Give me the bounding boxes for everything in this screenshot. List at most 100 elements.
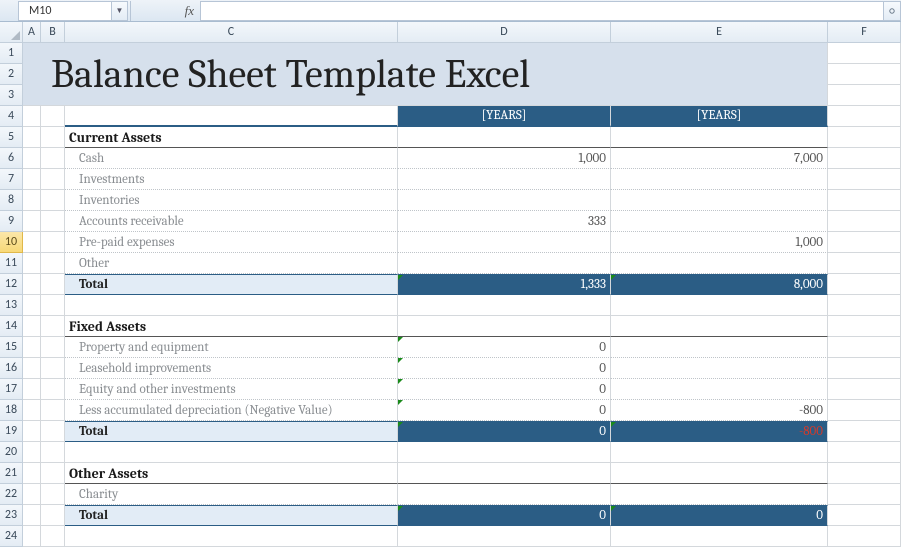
cell-F6[interactable] (828, 148, 901, 169)
col-header-D[interactable]: D (398, 22, 611, 43)
item-property-d[interactable]: 0 (398, 337, 611, 358)
cell-B13[interactable] (41, 295, 65, 316)
item-other-d[interactable] (398, 253, 611, 274)
item-depr-d[interactable]: 0 (398, 400, 611, 421)
cell-E20[interactable] (611, 442, 828, 463)
col-header-B[interactable]: B (41, 22, 65, 43)
cell-C13[interactable] (65, 295, 398, 316)
item-cash-d[interactable]: 1,000 (398, 148, 611, 169)
cell-F4[interactable] (828, 106, 901, 127)
row-header-18[interactable]: 18 (0, 400, 23, 421)
cell-A13[interactable] (23, 295, 41, 316)
spreadsheet-grid[interactable]: A B C D E F 1 Balance Sheet Template Exc… (0, 22, 901, 547)
row-header-6[interactable]: 6 (0, 148, 23, 169)
cell-A23[interactable] (23, 505, 41, 526)
row-header-22[interactable]: 22 (0, 484, 23, 505)
cell-A6[interactable] (23, 148, 41, 169)
row-header-10[interactable]: 10 (0, 232, 23, 253)
name-box-dropdown-icon[interactable]: ▼ (111, 2, 127, 20)
select-all-corner[interactable] (0, 22, 23, 43)
row-header-16[interactable]: 16 (0, 358, 23, 379)
cell-F5[interactable] (828, 127, 901, 148)
row-header-4[interactable]: 4 (0, 106, 23, 127)
cell-A21[interactable] (23, 463, 41, 484)
cell-A20[interactable] (23, 442, 41, 463)
item-inventories[interactable]: Inventories (65, 190, 398, 211)
cell-A12[interactable] (23, 274, 41, 295)
cell-F20[interactable] (828, 442, 901, 463)
item-other-e[interactable] (611, 253, 828, 274)
cell-B6[interactable] (41, 148, 65, 169)
years-header-d[interactable]: [YEARS] (398, 106, 611, 127)
row-header-11[interactable]: 11 (0, 253, 23, 274)
item-prepaid-d[interactable] (398, 232, 611, 253)
total-other-e[interactable]: 0 (611, 505, 828, 526)
cell-A15[interactable] (23, 337, 41, 358)
cell-F16[interactable] (828, 358, 901, 379)
cell-B9[interactable] (41, 211, 65, 232)
cell-D14[interactable] (398, 316, 611, 337)
cell-F24[interactable] (828, 526, 901, 547)
row-header-8[interactable]: 8 (0, 190, 23, 211)
cell-A11[interactable] (23, 253, 41, 274)
item-ar-e[interactable] (611, 211, 828, 232)
row-header-23[interactable]: 23 (0, 505, 23, 526)
cell-A22[interactable] (23, 484, 41, 505)
cell-C24[interactable] (65, 526, 398, 547)
row-header-19[interactable]: 19 (0, 421, 23, 442)
cell-B5[interactable] (41, 127, 65, 148)
col-header-F[interactable]: F (828, 22, 901, 43)
item-charity-d[interactable] (398, 484, 611, 505)
item-leasehold-e[interactable] (611, 358, 828, 379)
row-header-24[interactable]: 24 (0, 526, 23, 547)
item-depr-e[interactable]: -800 (611, 400, 828, 421)
cell-C4[interactable] (65, 106, 398, 127)
cell-B17[interactable] (41, 379, 65, 400)
row-header-21[interactable]: 21 (0, 463, 23, 484)
row-header-5[interactable]: 5 (0, 127, 23, 148)
row-header-14[interactable]: 14 (0, 316, 23, 337)
cell-A4[interactable] (23, 106, 41, 127)
row-header-17[interactable]: 17 (0, 379, 23, 400)
cell-A17[interactable] (23, 379, 41, 400)
cell-B16[interactable] (41, 358, 65, 379)
cell-B15[interactable] (41, 337, 65, 358)
item-equity-e[interactable] (611, 379, 828, 400)
cell-D13[interactable] (398, 295, 611, 316)
cell-F9[interactable] (828, 211, 901, 232)
cell-B24[interactable] (41, 526, 65, 547)
item-prepaid-e[interactable]: 1,000 (611, 232, 828, 253)
cell-B11[interactable] (41, 253, 65, 274)
row-header-20[interactable]: 20 (0, 442, 23, 463)
item-investments-d[interactable] (398, 169, 611, 190)
total-current-label[interactable]: Total (65, 274, 398, 295)
cell-D5[interactable] (398, 127, 611, 148)
total-fixed-d[interactable]: 0 (398, 421, 611, 442)
cell-F8[interactable] (828, 190, 901, 211)
cell-A8[interactable] (23, 190, 41, 211)
cell-F7[interactable] (828, 169, 901, 190)
cell-B23[interactable] (41, 505, 65, 526)
total-other-d[interactable]: 0 (398, 505, 611, 526)
cell-F23[interactable] (828, 505, 901, 526)
item-other[interactable]: Other (65, 253, 398, 274)
cell-E5[interactable] (611, 127, 828, 148)
cell-F2[interactable] (828, 64, 901, 85)
section-current-assets[interactable]: Current Assets (65, 127, 398, 148)
total-fixed-label[interactable]: Total (65, 421, 398, 442)
col-header-C[interactable]: C (65, 22, 398, 43)
cell-B12[interactable] (41, 274, 65, 295)
cell-A16[interactable] (23, 358, 41, 379)
years-header-e[interactable]: [YEARS] (611, 106, 828, 127)
row-header-15[interactable]: 15 (0, 337, 23, 358)
row-header-2[interactable]: 2 (0, 64, 23, 85)
cell-F3[interactable] (828, 85, 901, 106)
cell-F15[interactable] (828, 337, 901, 358)
cell-A14[interactable] (23, 316, 41, 337)
cell-E13[interactable] (611, 295, 828, 316)
item-cash-e[interactable]: 7,000 (611, 148, 828, 169)
cell-B14[interactable] (41, 316, 65, 337)
cell-F13[interactable] (828, 295, 901, 316)
cell-A10[interactable] (23, 232, 41, 253)
cell-D21[interactable] (398, 463, 611, 484)
